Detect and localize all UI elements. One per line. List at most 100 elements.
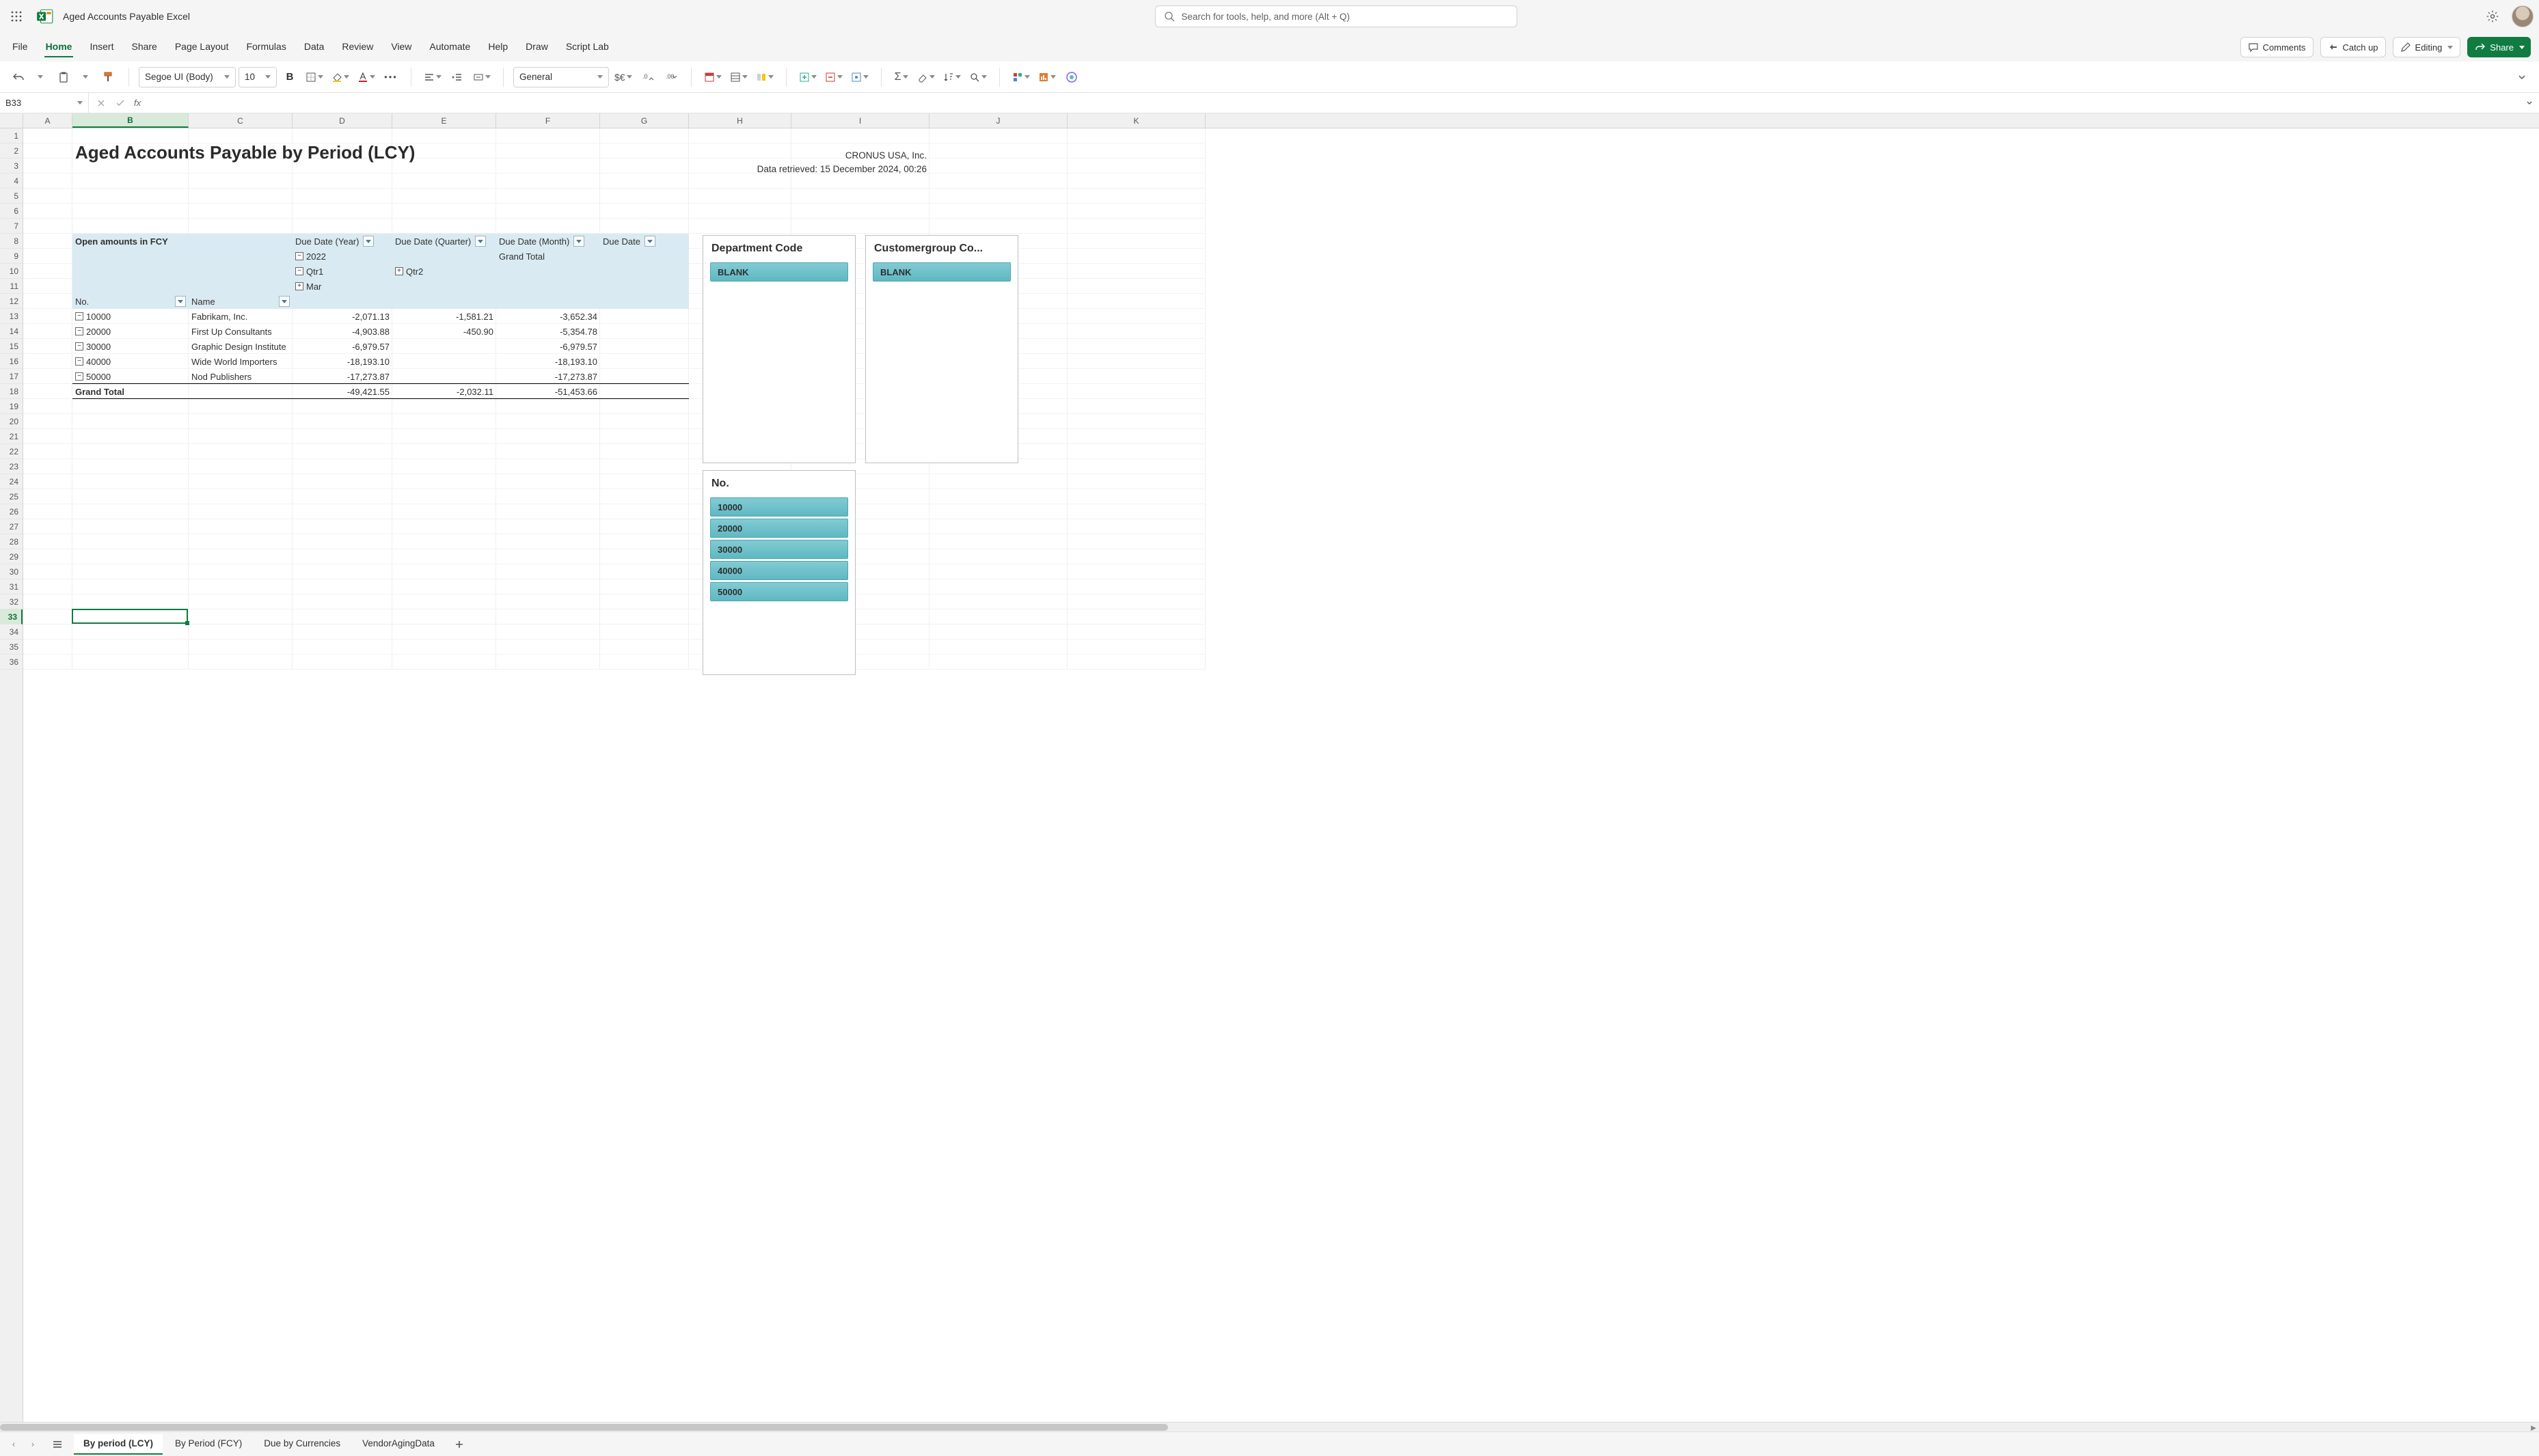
row-header-1[interactable]: 1 xyxy=(0,128,23,143)
col-header-D[interactable]: D xyxy=(293,113,392,128)
tab-draw[interactable]: Draw xyxy=(524,37,549,57)
all-sheets-button[interactable] xyxy=(48,1435,67,1454)
row-header-13[interactable]: 13 xyxy=(0,309,23,324)
pivot-col-quarter-label[interactable]: Due Date (Quarter) xyxy=(392,234,496,249)
row-header-10[interactable]: 10 xyxy=(0,264,23,279)
scroll-thumb[interactable] xyxy=(0,1424,1168,1431)
pivot-col-year-label[interactable]: Due Date (Year) xyxy=(293,234,392,249)
font-color-button[interactable] xyxy=(355,67,378,87)
row-header-27[interactable]: 27 xyxy=(0,519,23,534)
font-family-select[interactable]: Segoe UI (Body) xyxy=(139,67,236,87)
row-header-11[interactable]: 11 xyxy=(0,279,23,294)
row-header-32[interactable]: 32 xyxy=(0,594,23,609)
row-header-23[interactable]: 23 xyxy=(0,459,23,474)
tab-insert[interactable]: Insert xyxy=(88,37,115,57)
row-headers[interactable]: 1234567891011121314151617181920212223242… xyxy=(0,128,23,1422)
col-header-A[interactable]: A xyxy=(23,113,72,128)
row-header-17[interactable]: 17 xyxy=(0,369,23,384)
col-header-H[interactable]: H xyxy=(689,113,791,128)
tab-help[interactable]: Help xyxy=(487,37,509,57)
row-header-16[interactable]: 16 xyxy=(0,354,23,369)
col-header-C[interactable]: C xyxy=(189,113,293,128)
pivot-col-duedate-label[interactable]: Due Date xyxy=(600,234,689,249)
document-name[interactable]: Aged Accounts Payable Excel xyxy=(63,11,190,22)
catch-up-button[interactable]: Catch up xyxy=(2320,37,2386,57)
indent-button[interactable] xyxy=(447,67,467,87)
avatar[interactable] xyxy=(2512,5,2534,27)
sheet-nav-prev[interactable]: ‹ xyxy=(5,1436,22,1453)
sheet-nav-next[interactable]: › xyxy=(25,1436,41,1453)
format-cells-button[interactable] xyxy=(848,67,871,87)
find-button[interactable] xyxy=(966,67,990,87)
pivot-row-no[interactable]: −30000 xyxy=(72,339,189,354)
row-header-34[interactable]: 34 xyxy=(0,624,23,640)
format-painter-button[interactable] xyxy=(98,67,119,87)
slicer-item[interactable]: BLANK xyxy=(873,262,1011,281)
expand-formula-bar[interactable] xyxy=(2520,99,2539,107)
pivot-row-no[interactable]: −40000 xyxy=(72,354,189,369)
row-header-12[interactable]: 12 xyxy=(0,294,23,309)
select-all-corner[interactable] xyxy=(0,113,23,128)
settings-button[interactable] xyxy=(2482,5,2503,27)
borders-button[interactable] xyxy=(303,67,326,87)
row-header-30[interactable]: 30 xyxy=(0,564,23,579)
col-header-F[interactable]: F xyxy=(496,113,600,128)
row-header-18[interactable]: 18 xyxy=(0,384,23,399)
wrap-merge-button[interactable] xyxy=(470,67,493,87)
row-header-29[interactable]: 29 xyxy=(0,549,23,564)
undo-button[interactable] xyxy=(8,67,29,87)
tab-data[interactable]: Data xyxy=(303,37,326,57)
slicer-customergroup-code[interactable]: Customergroup Co...BLANK xyxy=(865,235,1018,463)
tab-script-lab[interactable]: Script Lab xyxy=(565,37,610,57)
comments-button[interactable]: Comments xyxy=(2240,37,2313,57)
bold-button[interactable]: B xyxy=(280,67,300,87)
row-header-6[interactable]: 6 xyxy=(0,204,23,219)
font-size-select[interactable]: 10 xyxy=(239,67,277,87)
scroll-right-button[interactable]: ► xyxy=(2528,1423,2539,1431)
sort-filter-button[interactable] xyxy=(940,67,964,87)
row-header-33[interactable]: 33 xyxy=(0,609,23,624)
tab-view[interactable]: View xyxy=(390,37,413,57)
cond-format-button[interactable] xyxy=(701,67,724,87)
paste-button[interactable] xyxy=(53,67,74,87)
row-header-24[interactable]: 24 xyxy=(0,474,23,489)
align-button[interactable] xyxy=(421,67,444,87)
collapse-ribbon-button[interactable] xyxy=(2512,67,2532,87)
name-box[interactable]: B33 xyxy=(0,93,89,113)
editing-mode-button[interactable]: Editing xyxy=(2393,37,2461,57)
row-header-3[interactable]: 3 xyxy=(0,159,23,174)
slicer-item[interactable]: 40000 xyxy=(710,561,848,580)
row-header-28[interactable]: 28 xyxy=(0,534,23,549)
pivot-row-no[interactable]: −20000 xyxy=(72,324,189,339)
paste-menu[interactable] xyxy=(75,67,96,87)
pivot-col-month-label[interactable]: Due Date (Month) xyxy=(496,234,600,249)
col-header-I[interactable]: I xyxy=(791,113,929,128)
pivot-qtr2[interactable]: +Qtr2 xyxy=(392,264,496,279)
sheet-tab-due-by-currencies[interactable]: Due by Currencies xyxy=(254,1434,350,1455)
undo-menu[interactable] xyxy=(30,67,51,87)
insert-cells-button[interactable] xyxy=(796,67,819,87)
row-header-19[interactable]: 19 xyxy=(0,399,23,414)
slicer-item[interactable]: 10000 xyxy=(710,497,848,517)
add-sheet-button[interactable] xyxy=(450,1435,469,1454)
clear-button[interactable] xyxy=(914,67,938,87)
row-header-26[interactable]: 26 xyxy=(0,504,23,519)
row-header-20[interactable]: 20 xyxy=(0,414,23,429)
row-header-9[interactable]: 9 xyxy=(0,249,23,264)
row-header-2[interactable]: 2 xyxy=(0,143,23,159)
cell-styles-button[interactable] xyxy=(753,67,776,87)
app-launcher-icon[interactable] xyxy=(5,5,27,27)
pivot-row-hdr-no[interactable]: No. xyxy=(72,294,189,309)
tab-formulas[interactable]: Formulas xyxy=(245,37,287,57)
cancel-formula-button[interactable] xyxy=(93,95,109,111)
row-header-31[interactable]: 31 xyxy=(0,579,23,594)
sheet-tab-by-period-fcy[interactable]: By Period (FCY) xyxy=(165,1434,252,1455)
tab-page-layout[interactable]: Page Layout xyxy=(174,37,230,57)
tab-automate[interactable]: Automate xyxy=(428,37,472,57)
autosum-button[interactable]: Σ xyxy=(891,67,912,87)
row-header-14[interactable]: 14 xyxy=(0,324,23,339)
analyze-button[interactable] xyxy=(1035,67,1059,87)
sheet-tab-vendor-aging-data[interactable]: VendorAgingData xyxy=(353,1434,444,1455)
tab-home[interactable]: Home xyxy=(44,37,74,57)
slicer-department-code[interactable]: Department CodeBLANK xyxy=(703,235,856,463)
